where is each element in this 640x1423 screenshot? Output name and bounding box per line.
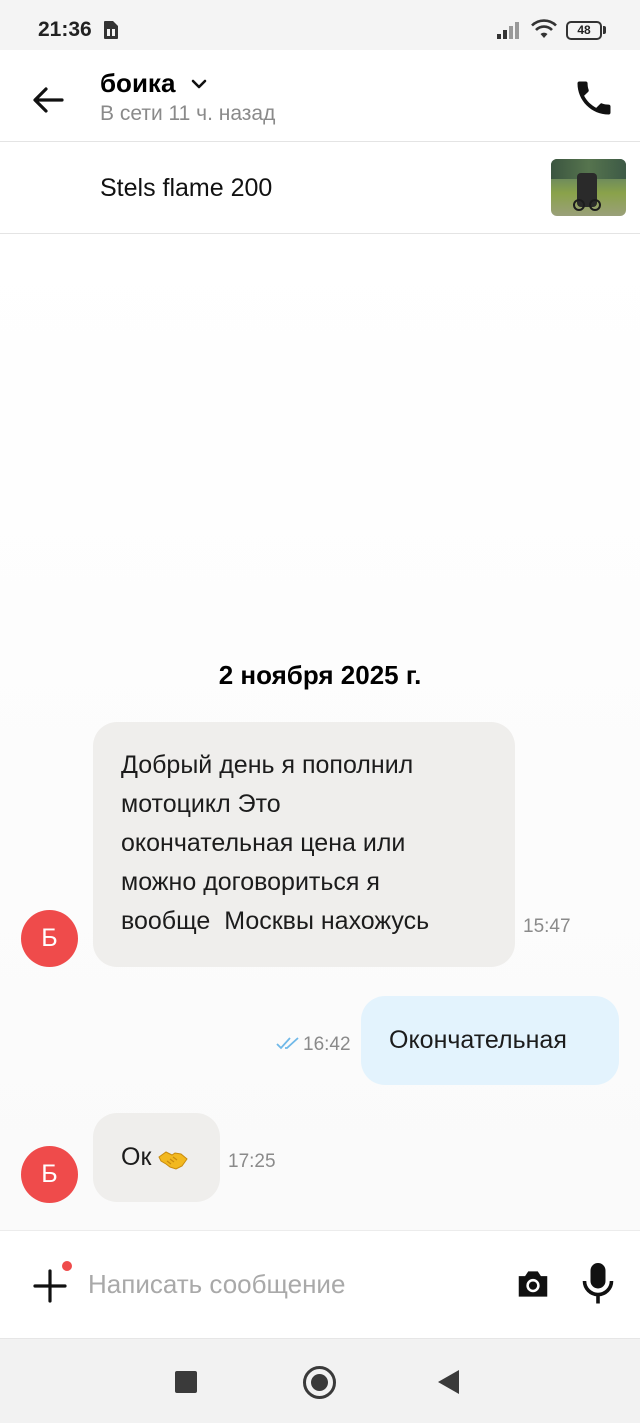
message-line: Добрый день я пополнил xyxy=(121,751,414,779)
message-line: мотоцикл Это xyxy=(121,790,281,818)
battery-tip xyxy=(603,26,606,34)
contact-status: В сети 11 ч. назад xyxy=(100,102,276,125)
back-icon[interactable] xyxy=(438,1370,459,1394)
contact-name[interactable]: боика xyxy=(100,68,175,99)
home-icon-inner xyxy=(311,1374,328,1391)
message-line: вообще Москвы нахожусь xyxy=(121,907,430,935)
thumbnail-wheel xyxy=(573,199,585,211)
wifi-icon xyxy=(530,18,558,45)
message-text: Ок xyxy=(121,1143,152,1171)
signal-icon xyxy=(497,21,523,44)
message-composer xyxy=(0,1230,640,1338)
outgoing-message[interactable]: Окончательная xyxy=(361,996,619,1085)
status-time: 21:36 xyxy=(38,18,92,41)
read-receipt-icon xyxy=(276,1036,300,1055)
incoming-message[interactable]: Ок xyxy=(93,1113,220,1202)
status-bar: 21:36 48 xyxy=(0,0,640,50)
recent-apps-icon[interactable] xyxy=(175,1371,197,1393)
chat-area[interactable]: 2 ноября 2025 г. Б Добрый день я пополни… xyxy=(0,234,640,1230)
message-time: 16:42 xyxy=(303,1034,351,1055)
sim-card-icon xyxy=(103,20,119,45)
chevron-down-icon[interactable] xyxy=(191,77,207,95)
listing-thumbnail[interactable] xyxy=(551,159,626,216)
date-separator: 2 ноября 2025 г. xyxy=(218,660,422,690)
chat-header: боика В сети 11 ч. назад xyxy=(0,50,640,142)
microphone-icon[interactable] xyxy=(580,1261,616,1307)
avatar[interactable]: Б xyxy=(21,910,78,967)
message-line: можно договориться я xyxy=(121,868,380,896)
phone-icon[interactable] xyxy=(572,76,616,120)
notification-dot xyxy=(60,1259,74,1273)
listing-strip[interactable]: Stels flame 200 xyxy=(0,142,640,234)
message-input[interactable] xyxy=(88,1264,488,1304)
home-icon[interactable] xyxy=(303,1366,336,1399)
battery-icon: 48 xyxy=(566,21,602,40)
thumbnail-wheel xyxy=(589,199,601,211)
camera-icon[interactable] xyxy=(514,1265,552,1303)
message-text: Окончательная xyxy=(389,1026,567,1054)
listing-title[interactable]: Stels flame 200 xyxy=(100,174,272,203)
battery-level: 48 xyxy=(577,23,591,37)
message-time: 17:25 xyxy=(228,1151,276,1172)
handshake-icon xyxy=(157,1144,189,1170)
system-nav-bar xyxy=(0,1338,640,1423)
avatar[interactable]: Б xyxy=(21,1146,78,1203)
message-line: окончательная цена или xyxy=(121,829,406,857)
incoming-message[interactable]: Добрый день я пополнил мотоцикл Это окон… xyxy=(93,722,515,967)
back-arrow-icon[interactable] xyxy=(28,80,68,120)
message-time: 15:47 xyxy=(523,916,571,937)
